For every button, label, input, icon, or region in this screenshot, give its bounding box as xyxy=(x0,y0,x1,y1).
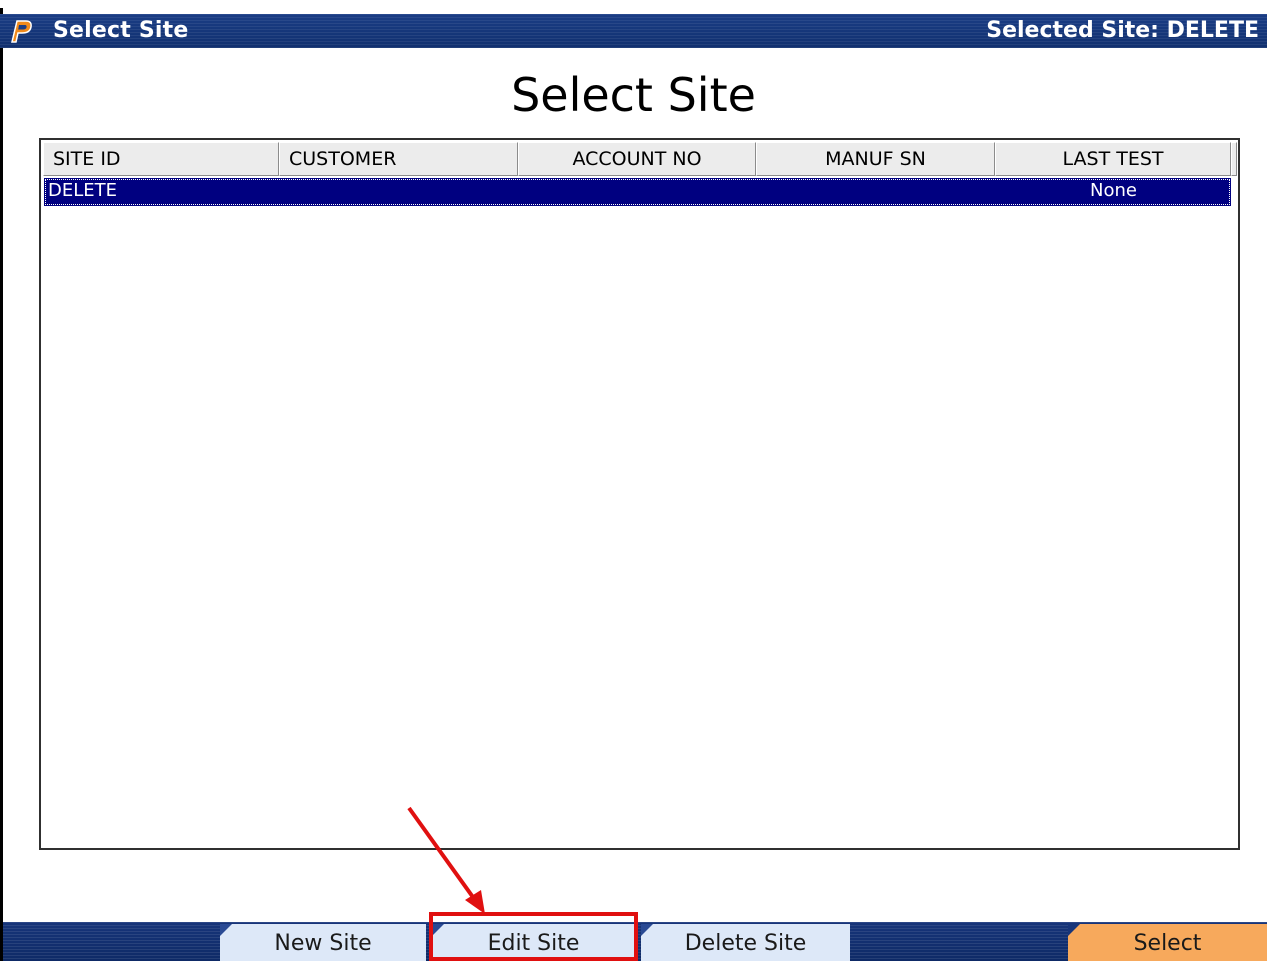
column-header-last-test[interactable]: LAST TEST xyxy=(995,142,1231,176)
column-header-manuf-sn[interactable]: MANUF SN xyxy=(756,142,995,176)
cell-last-test: None xyxy=(1090,180,1137,201)
header-filler xyxy=(1231,142,1237,176)
delete-site-button[interactable]: Delete Site xyxy=(641,924,850,961)
table-header: SITE ID CUSTOMER ACCOUNT NO MANUF SN LAS… xyxy=(43,142,1237,176)
selected-site-status: Selected Site: DELETE xyxy=(986,18,1259,43)
title-bar: Select Site Selected Site: DELETE xyxy=(0,14,1267,48)
column-header-site-id[interactable]: SITE ID xyxy=(43,142,279,176)
cell-site-id: DELETE xyxy=(48,180,118,201)
site-list[interactable]: SITE ID CUSTOMER ACCOUNT NO MANUF SN LAS… xyxy=(39,138,1240,850)
table-row[interactable]: DELETE None xyxy=(44,178,1231,206)
p-logo-icon xyxy=(11,20,32,43)
annotation-arrow-icon xyxy=(407,806,485,914)
edit-site-button[interactable]: Edit Site xyxy=(432,924,635,961)
cell-customer xyxy=(280,178,519,206)
column-header-customer[interactable]: CUSTOMER xyxy=(279,142,518,176)
new-site-button[interactable]: New Site xyxy=(220,924,426,961)
cell-account-no xyxy=(519,178,757,206)
cell-manuf-sn xyxy=(757,178,996,206)
select-button[interactable]: Select xyxy=(1068,924,1267,961)
window-title: Select Site xyxy=(53,18,189,43)
page-title: Select Site xyxy=(511,68,756,122)
column-header-account-no[interactable]: ACCOUNT NO xyxy=(518,142,756,176)
